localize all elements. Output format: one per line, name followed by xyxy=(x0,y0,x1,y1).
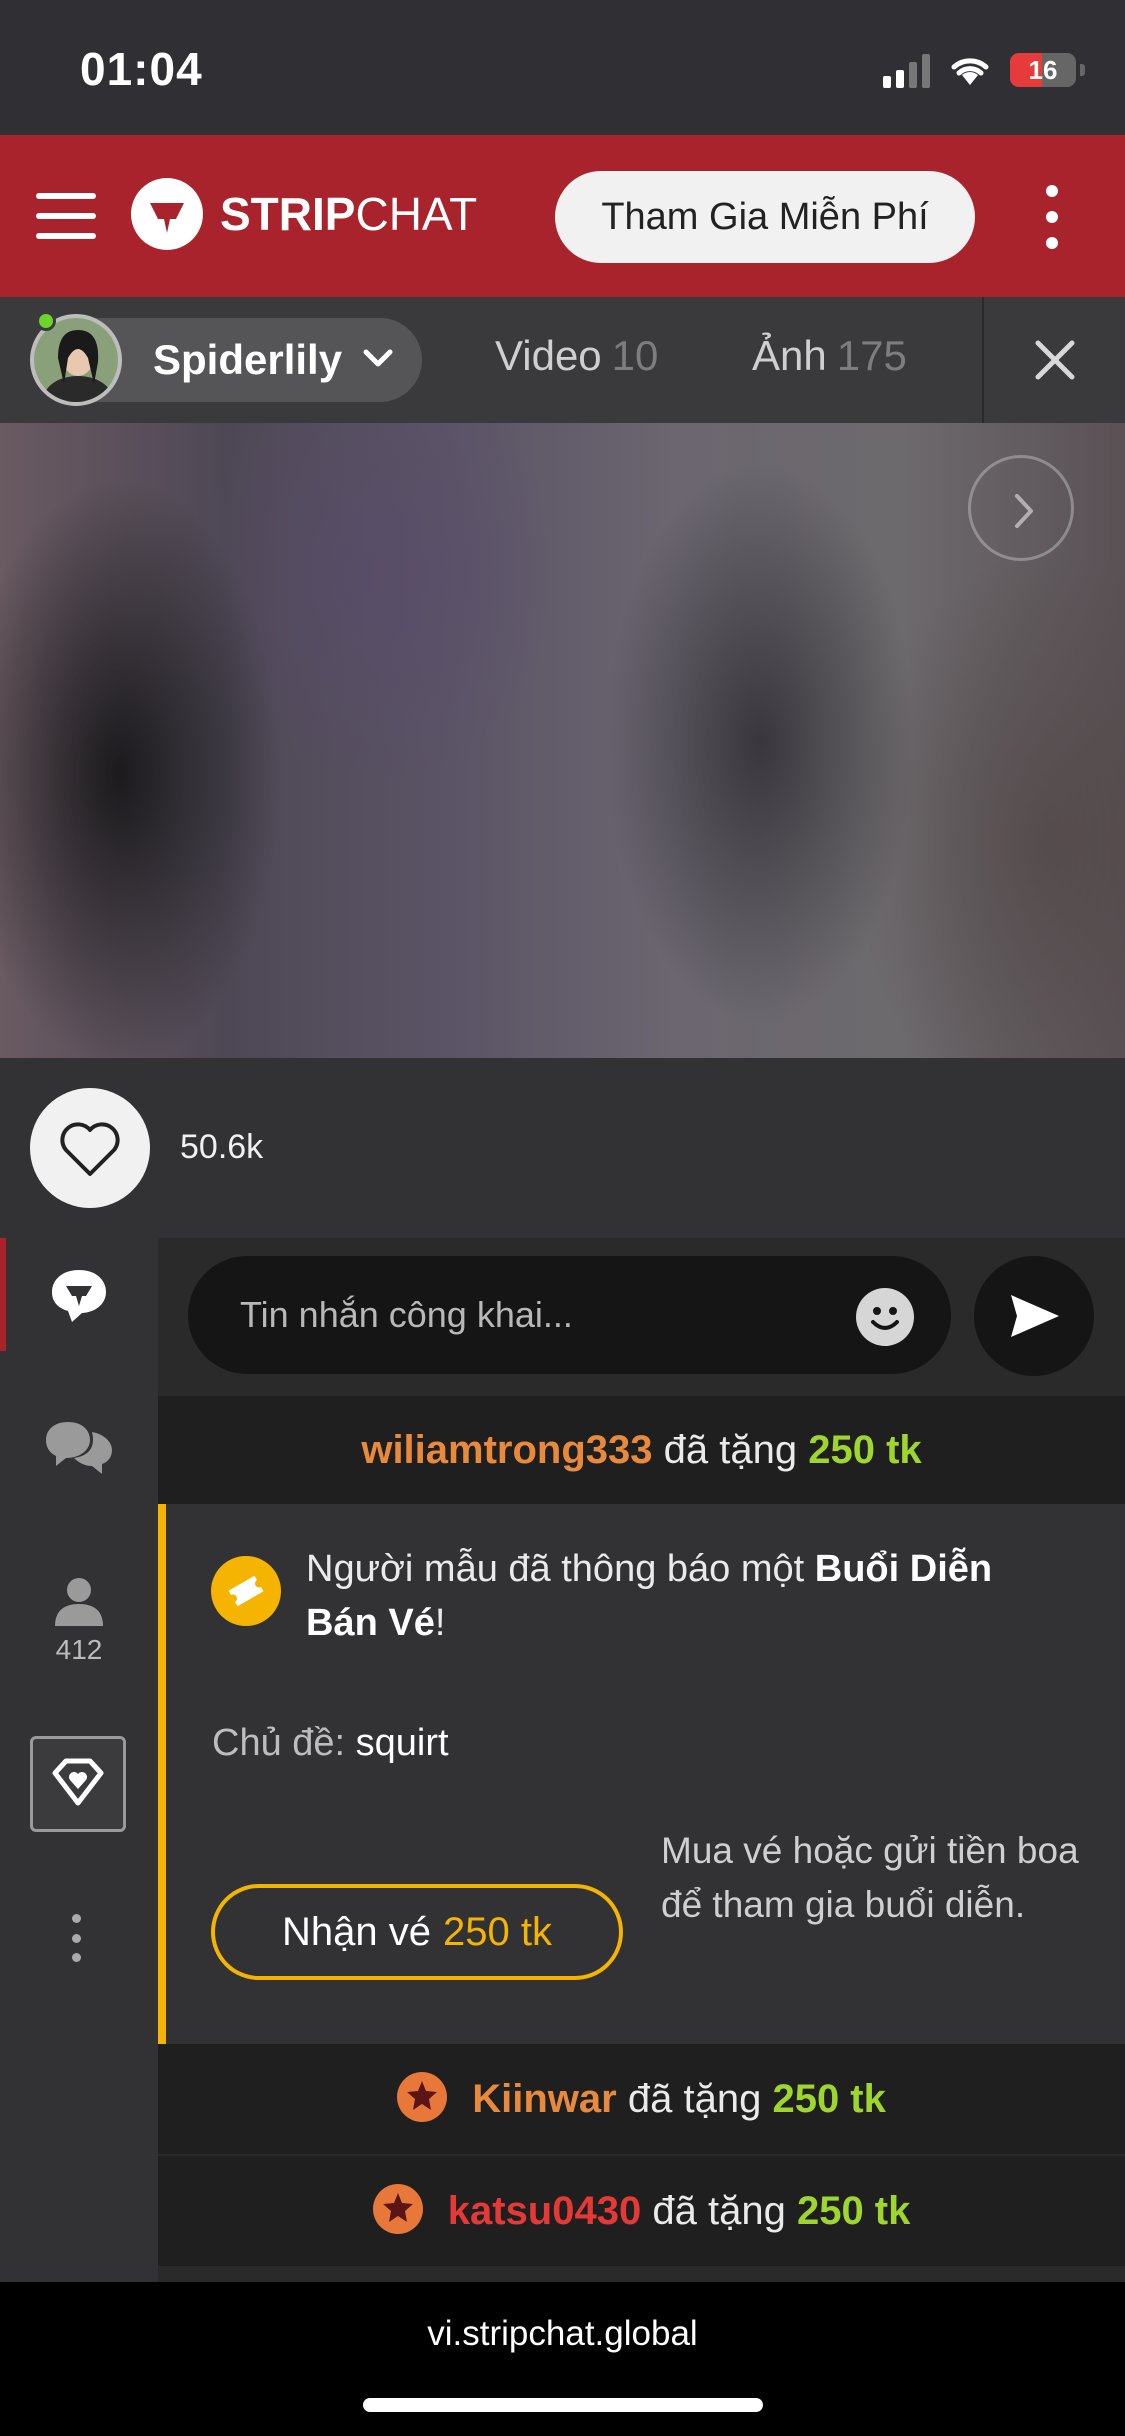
tab-photos[interactable]: Ảnh 175 xyxy=(752,332,907,380)
public-message-input[interactable] xyxy=(188,1256,951,1374)
ticket-hint: Mua vé hoặc gửi tiền boa để tham gia buổ… xyxy=(661,1830,1079,1925)
public-chat-icon xyxy=(52,1270,106,1322)
cellular-signal-icon xyxy=(883,52,930,88)
message-verb: đã tặng xyxy=(627,2077,762,2121)
battery-icon: 16 xyxy=(1010,53,1076,87)
show-topic: Chủ đề: squirt xyxy=(212,1722,449,1764)
smiley-icon xyxy=(871,1307,899,1330)
site-header: STRIPCHAT Tham Gia Miễn Phí xyxy=(0,135,1125,297)
online-indicator xyxy=(36,311,56,331)
message-verb: đã tặng xyxy=(652,2189,786,2233)
diamond-heart-icon xyxy=(52,1758,104,1806)
menu-icon[interactable] xyxy=(36,193,96,239)
sidebar-more-icon[interactable] xyxy=(72,1914,84,1962)
message-username[interactable]: wiliamtrong333 xyxy=(361,1428,652,1472)
star-badge-icon xyxy=(397,2072,448,2123)
notice-text: Người mẫu đã thông báo một Buổi Diễn Bán… xyxy=(306,1548,993,1644)
home-indicator xyxy=(363,2398,763,2412)
send-icon xyxy=(1011,1295,1059,1337)
ticket-show-notice: Người mẫu đã thông báo một Buổi Diễn Bán… xyxy=(158,1504,1125,2044)
status-bar: 01:04 16 xyxy=(0,0,1125,135)
chat-message: Kiinwar đã tặng 250 tk xyxy=(158,2044,1125,2154)
model-name: Spiderlily xyxy=(153,336,343,383)
ticket-icon xyxy=(211,1556,281,1626)
sidebar-token-shop[interactable] xyxy=(30,1736,126,1832)
chat-panel: wiliamtrong333 đã tặng 250 tk Người mẫu … xyxy=(158,1238,1125,2282)
heart-icon xyxy=(60,1122,120,1176)
like-button[interactable] xyxy=(30,1088,150,1208)
get-ticket-button[interactable]: Nhận vé 250 tk xyxy=(211,1884,623,1980)
like-count: 50.6k xyxy=(180,1128,264,1166)
message-username[interactable]: katsu0430 xyxy=(448,2189,641,2233)
logo-icon xyxy=(131,178,203,250)
send-button[interactable] xyxy=(974,1256,1094,1376)
message-amount: 250 tk xyxy=(772,2077,886,2121)
star-badge-icon xyxy=(372,2184,423,2235)
users-count: 412 xyxy=(55,1634,103,1665)
more-options-icon[interactable] xyxy=(1040,185,1064,249)
chat-message: katsu0430 đã tặng 250 tk xyxy=(158,2156,1125,2266)
emoji-button[interactable] xyxy=(856,1288,914,1346)
tab-video[interactable]: Video 10 xyxy=(495,332,658,380)
battery-label: 16 xyxy=(1028,55,1058,85)
next-model-button[interactable] xyxy=(968,455,1074,561)
message-amount: 250 tk xyxy=(796,2189,911,2233)
model-bar: Spiderlily Video 10 Ảnh 175 xyxy=(0,297,1125,423)
sidebar-users[interactable]: 412 xyxy=(0,1576,158,1666)
chevron-right-icon xyxy=(1015,494,1033,528)
like-row: 50.6k xyxy=(0,1058,1125,1238)
sidebar-public-chat[interactable] xyxy=(0,1266,158,1324)
close-button[interactable] xyxy=(982,297,1125,423)
url-text: vi.stripchat.global xyxy=(427,2314,698,2353)
browser-url-bar[interactable]: vi.stripchat.global xyxy=(0,2282,1125,2436)
private-chat-icon xyxy=(46,1422,112,1474)
chat-sidebar: 412 xyxy=(0,1238,158,2282)
sidebar-private-chat[interactable] xyxy=(0,1418,158,1476)
wifi-icon xyxy=(951,58,989,85)
model-selector[interactable]: Spiderlily xyxy=(30,311,422,406)
message-verb: đã tặng xyxy=(663,1428,798,1472)
message-amount: 250 tk xyxy=(808,1428,922,1472)
join-free-button[interactable]: Tham Gia Miễn Phí xyxy=(555,171,975,263)
chevron-down-icon xyxy=(363,349,393,367)
user-icon xyxy=(55,1578,103,1626)
battery-cap xyxy=(1080,64,1085,76)
stripchat-logo[interactable]: STRIPCHAT xyxy=(130,177,477,251)
chat-message: wiliamtrong333 đã tặng 250 tk xyxy=(158,1396,1125,1504)
status-icons: 16 xyxy=(883,48,1085,92)
close-icon xyxy=(1035,340,1075,380)
logo-text: STRIPCHAT xyxy=(220,188,478,240)
video-player[interactable] xyxy=(0,423,1125,1058)
status-time: 01:04 xyxy=(80,43,203,95)
message-username[interactable]: Kiinwar xyxy=(472,2077,616,2121)
